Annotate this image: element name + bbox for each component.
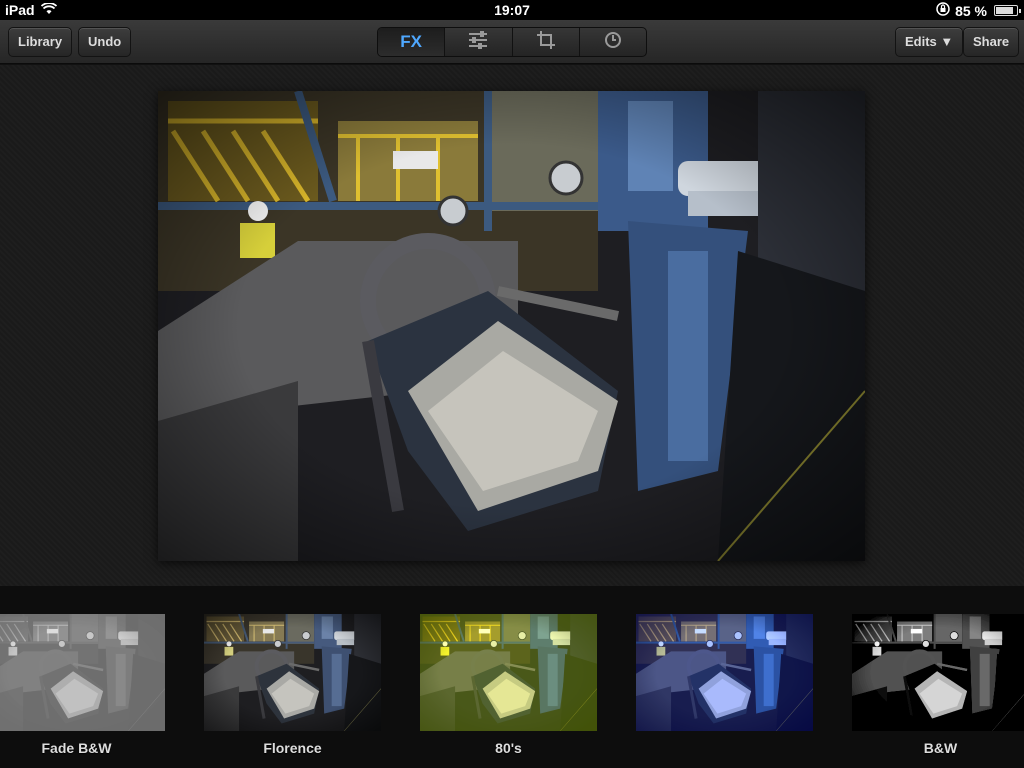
filter-bw[interactable]: B&W <box>852 614 1024 756</box>
status-bar: iPad 19:07 85 % <box>0 0 1024 20</box>
filter-florence[interactable]: Florence <box>204 614 381 756</box>
tool-segmented-control: FX <box>377 27 647 57</box>
sliders-icon <box>468 30 488 54</box>
filter-thumbnail <box>204 614 381 731</box>
photo-preview[interactable] <box>158 91 865 561</box>
crop-icon <box>536 30 555 54</box>
filter-thumbnail <box>420 614 597 731</box>
fx-label: FX <box>400 32 422 51</box>
tab-fx[interactable]: FX <box>378 28 446 56</box>
filter-label: 80's <box>495 740 522 756</box>
history-icon <box>604 31 622 54</box>
clock: 19:07 <box>494 2 530 18</box>
filter-thumbnail <box>852 614 1024 731</box>
battery-icon <box>994 5 1021 16</box>
filter-label: Florence <box>263 740 322 756</box>
battery-level <box>996 7 1013 14</box>
edits-button[interactable]: Edits ▼ <box>895 27 964 57</box>
tab-adjust[interactable] <box>445 28 513 56</box>
filter-thumbnail <box>0 614 165 731</box>
filter-blue[interactable] <box>636 614 813 731</box>
undo-button[interactable]: Undo <box>78 27 132 57</box>
tab-crop[interactable] <box>513 28 580 56</box>
battery-percent: 85 % <box>955 2 987 19</box>
orientation-lock-icon <box>936 2 950 19</box>
library-button[interactable]: Library <box>8 27 73 57</box>
filter-thumbnail <box>636 614 813 731</box>
photo-canvas <box>0 65 1024 586</box>
share-button[interactable]: Share <box>963 27 1020 57</box>
filter-label: B&W <box>923 740 958 756</box>
filter-label: Fade B&W <box>41 740 112 756</box>
toolbar: Library Undo FX Edits ▼ Share <box>0 20 1024 64</box>
filter-fade-bw[interactable]: Fade B&W <box>0 614 165 756</box>
filter-80s[interactable]: 80's <box>420 614 597 756</box>
tab-history[interactable] <box>580 28 646 56</box>
photo-image <box>158 91 865 561</box>
filter-strip: Fade B&W Florence 80's B&W <box>0 586 1024 768</box>
